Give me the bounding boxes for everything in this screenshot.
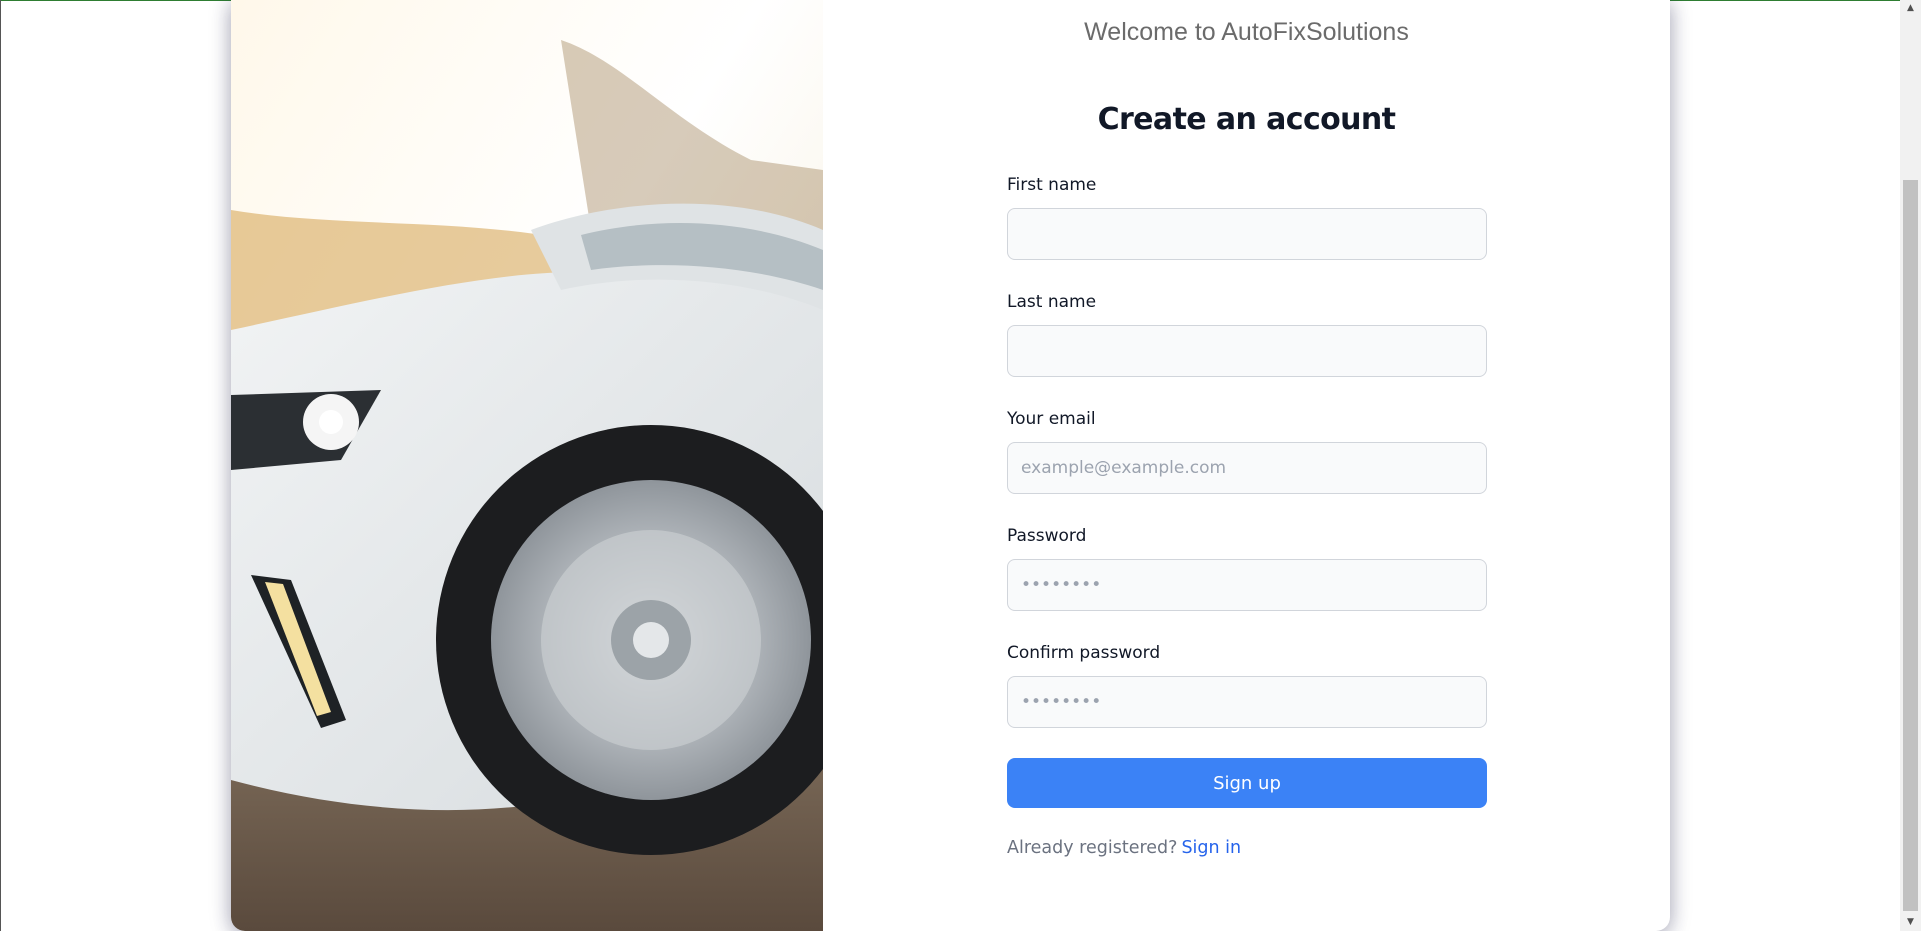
last-name-label: Last name [1007,292,1097,312]
arrow-down-icon[interactable]: ▼ [1900,914,1921,931]
form-title: Create an account [1097,102,1396,137]
signin-prompt-text: Already registered? [1007,838,1178,858]
welcome-heading: Welcome to AutoFixSolutions [1084,18,1409,46]
signin-prompt: Already registered? Sign in [1007,838,1241,858]
first-name-input[interactable] [1007,208,1487,260]
sign-up-button[interactable]: Sign up [1007,758,1487,808]
password-input[interactable] [1007,559,1487,611]
window-left-border [0,0,1,931]
page-scrollbar[interactable]: ▲ ▼ [1900,0,1921,931]
signup-card: Welcome to AutoFixSolutions Create an ac… [231,0,1670,931]
sign-in-link[interactable]: Sign in [1181,838,1241,858]
arrow-up-icon[interactable]: ▲ [1900,0,1921,17]
scrollbar-thumb[interactable] [1903,180,1918,911]
hero-car-image [231,0,823,931]
email-label: Your email [1007,409,1096,429]
password-label: Password [1007,526,1087,546]
last-name-input[interactable] [1007,325,1487,377]
email-input[interactable] [1007,442,1487,494]
first-name-label: First name [1007,175,1097,195]
confirm-password-label: Confirm password [1007,643,1161,663]
confirm-password-input[interactable] [1007,676,1487,728]
